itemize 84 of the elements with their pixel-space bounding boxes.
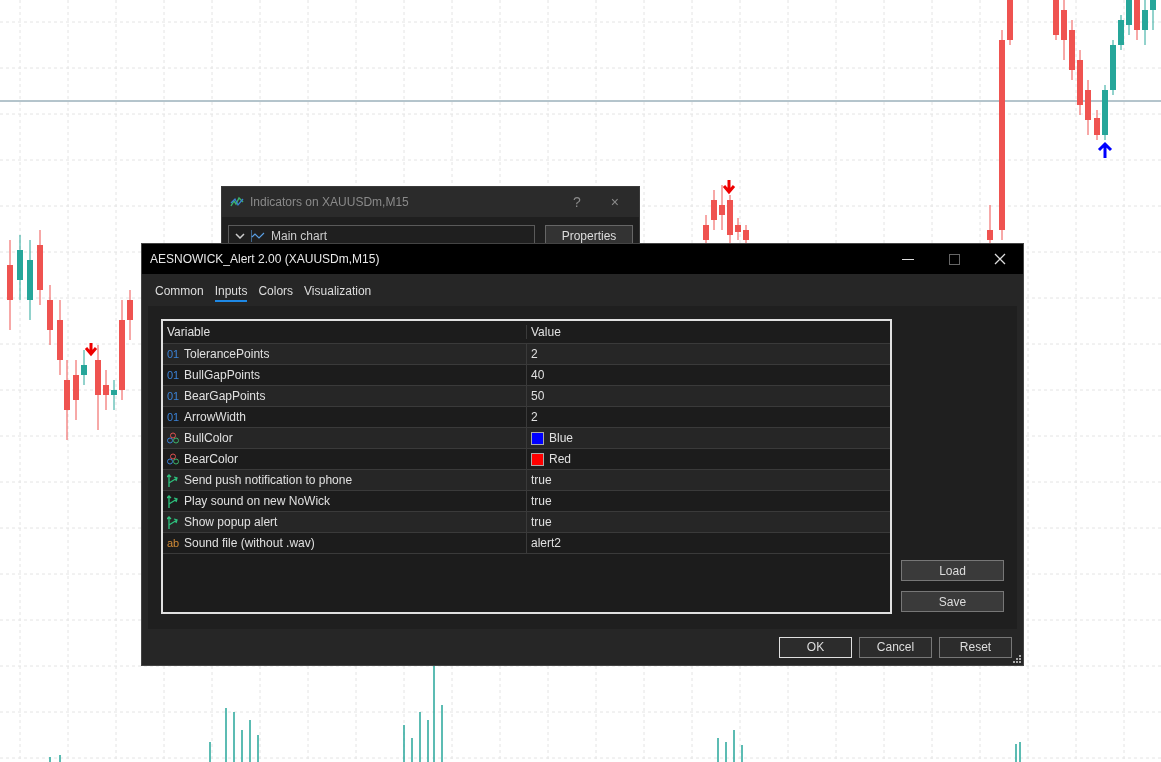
candle: [127, 289, 133, 341]
load-button[interactable]: Load: [901, 560, 1004, 581]
value-text[interactable]: true: [531, 494, 552, 508]
variable-name: Send push notification to phone: [184, 473, 353, 487]
cancel-button[interactable]: Cancel: [859, 636, 932, 658]
variable-name: BearColor: [184, 452, 239, 466]
integer-type-icon: 01: [167, 369, 179, 381]
variable-name: Sound file (without .wav): [184, 536, 315, 550]
variable-name: Show popup alert: [184, 515, 278, 529]
integer-type-icon: 01: [167, 348, 179, 360]
ok-button[interactable]: OK: [779, 636, 852, 658]
candle: [47, 284, 53, 346]
tab[interactable]: Common: [155, 284, 204, 302]
candle: [73, 359, 79, 421]
value-text[interactable]: Red: [549, 452, 571, 466]
candle: [735, 217, 741, 241]
branch-arrow-icon: [167, 473, 179, 487]
tab[interactable]: Colors: [258, 284, 294, 302]
value-text[interactable]: alert2: [531, 536, 562, 550]
candle: [1069, 19, 1075, 81]
value-text[interactable]: 50: [531, 389, 545, 403]
candle: [1134, 0, 1140, 41]
candle: [111, 379, 117, 411]
candle: [1102, 84, 1108, 141]
candle: [1053, 0, 1059, 41]
line-chart-icon: [251, 229, 265, 242]
candle: [1110, 39, 1116, 96]
variable-name: BearGapPoints: [184, 389, 266, 403]
up-arrow-icon: [1097, 141, 1113, 160]
candle: [1142, 0, 1148, 46]
candle: [1126, 0, 1132, 36]
column-header: Value: [530, 325, 562, 339]
integer-type-icon: 01: [167, 411, 179, 423]
candle: [1118, 14, 1124, 51]
indicator-icon: [230, 196, 244, 208]
color-circles-icon: [167, 453, 179, 465]
value-text[interactable]: true: [531, 473, 552, 487]
chevron-icon: [235, 232, 245, 239]
value-text[interactable]: 2: [531, 347, 538, 361]
dropdown-value: Main chart: [271, 228, 328, 243]
close-icon[interactable]: [994, 253, 1006, 265]
integer-type-icon: 01: [167, 390, 179, 402]
down-arrow-icon: [722, 178, 736, 195]
variable-name: TolerancePoints: [184, 347, 270, 361]
candle: [719, 184, 725, 231]
value-text[interactable]: 2: [531, 410, 538, 424]
candle: [987, 204, 993, 246]
candle: [81, 349, 87, 386]
candle: [1085, 79, 1091, 136]
candle: [1150, 0, 1156, 31]
window-title: Indicators on XAUUSDm,M15: [250, 195, 410, 209]
string-type-icon: ab: [167, 537, 179, 549]
minimize-icon[interactable]: [902, 258, 914, 260]
window-title: AESNOWICK_Alert 2.00 (XAUUSDm,M15): [150, 252, 381, 266]
candle: [711, 189, 717, 231]
value-text[interactable]: Blue: [549, 431, 574, 445]
color-circles-icon: [167, 432, 179, 444]
value-text[interactable]: 40: [531, 368, 545, 382]
candle: [703, 214, 709, 246]
candle: [1077, 49, 1083, 116]
candle: [103, 369, 109, 411]
candle: [17, 234, 23, 301]
candle: [1061, 0, 1067, 61]
variable-name: ArrowWidth: [184, 410, 246, 424]
maximize-icon[interactable]: [948, 253, 960, 265]
candle: [1094, 109, 1100, 141]
variable-name: BullGapPoints: [184, 368, 261, 382]
branch-arrow-icon: [167, 494, 179, 508]
column-header: Variable: [163, 325, 527, 339]
tab[interactable]: Visualization: [304, 284, 372, 302]
down-arrow-icon: [84, 341, 98, 357]
reset-button[interactable]: Reset: [939, 636, 1012, 658]
candle: [727, 194, 733, 246]
close-button[interactable]: ×: [598, 194, 631, 210]
variable-name: Play sound on new NoWick: [184, 494, 331, 508]
candle: [743, 224, 749, 246]
variable-name: BullColor: [184, 431, 233, 445]
candle: [1007, 0, 1013, 46]
branch-arrow-icon: [167, 515, 179, 529]
save-button[interactable]: Save: [901, 591, 1004, 612]
help-button[interactable]: ?: [561, 194, 593, 210]
tab[interactable]: Inputs: [214, 284, 248, 302]
value-text[interactable]: true: [531, 515, 552, 529]
resize-grip-icon[interactable]: [1013, 655, 1021, 663]
